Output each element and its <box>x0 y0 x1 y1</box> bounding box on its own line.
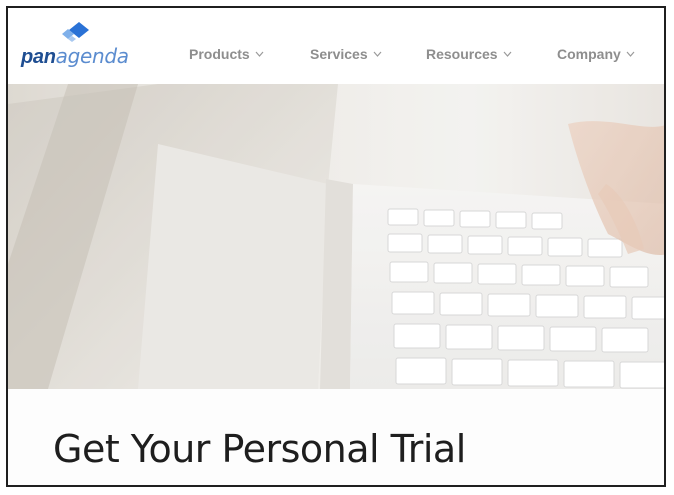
nav-item-label: Products <box>189 46 250 62</box>
chevron-down-icon <box>626 51 635 57</box>
diamond-logo-icon <box>62 22 89 42</box>
page-title-section: Get Your Personal Trial <box>8 389 664 485</box>
logo-text-pan: pan <box>21 46 56 68</box>
nav-item-company[interactable]: Company <box>557 44 635 64</box>
laptop-keyboard-photo <box>8 84 664 389</box>
chevron-down-icon <box>373 51 382 57</box>
logo-text-agenda: agenda <box>55 44 129 68</box>
site-header: panagenda Products Services Resources Co… <box>8 8 664 84</box>
chevron-down-icon <box>503 51 512 57</box>
logo-wordmark: panagenda <box>21 46 129 67</box>
nav-item-products[interactable]: Products <box>189 44 264 64</box>
nav-item-services[interactable]: Services <box>310 44 382 64</box>
page-title: Get Your Personal Trial <box>53 427 466 471</box>
chevron-down-icon <box>255 51 264 57</box>
hero-image <box>8 84 664 389</box>
browser-frame: panagenda Products Services Resources Co… <box>6 6 666 487</box>
nav-item-label: Company <box>557 46 621 62</box>
nav-item-label: Resources <box>426 46 498 62</box>
nav-item-label: Services <box>310 46 368 62</box>
panagenda-logo[interactable]: panagenda <box>21 22 171 70</box>
nav-item-resources[interactable]: Resources <box>426 44 512 64</box>
